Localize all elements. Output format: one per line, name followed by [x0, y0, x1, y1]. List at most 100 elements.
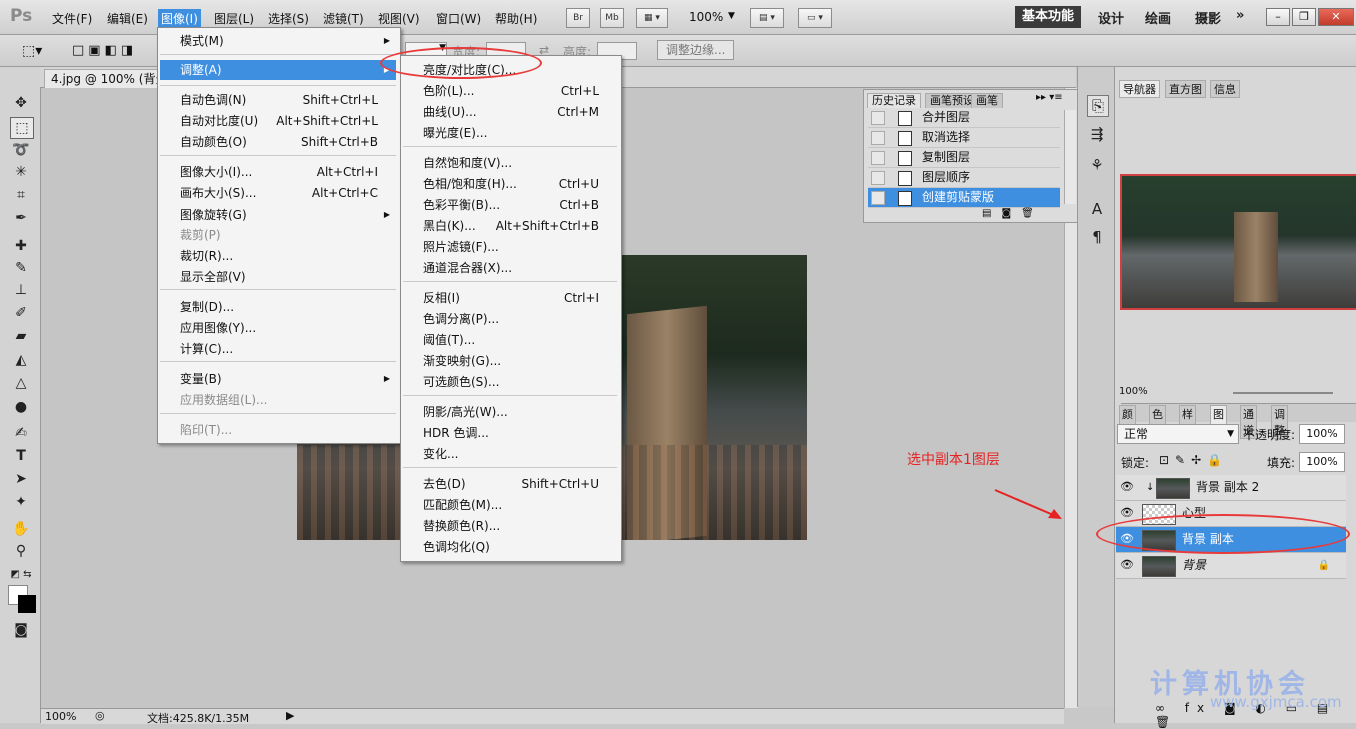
menu-file[interactable]: 文件(F): [52, 10, 92, 27]
menu-layer[interactable]: 图层(L): [214, 10, 254, 27]
shape-tool-icon[interactable]: ✦: [10, 492, 32, 512]
adjust-menu-item[interactable]: 曝光度(E)...: [403, 123, 617, 143]
menu-select[interactable]: 选择(S): [268, 10, 309, 27]
dodge-tool-icon[interactable]: ●: [10, 397, 32, 417]
crop-tool-icon[interactable]: ⌗: [10, 185, 32, 205]
adjust-menu-item[interactable]: 曲线(U)... Ctrl+M: [403, 102, 617, 122]
zoom-tool-icon[interactable]: ⚲: [10, 541, 32, 561]
adjust-menu-item[interactable]: 色彩平衡(B)... Ctrl+B: [403, 195, 617, 215]
image-menu-item[interactable]: 模式(M) ▶: [160, 31, 396, 51]
navigator-zoom-slider[interactable]: [1233, 392, 1333, 394]
image-menu-item[interactable]: 调整(A) ▶: [160, 60, 396, 80]
quick-mask-icon[interactable]: ◙: [10, 620, 32, 640]
layer-row[interactable]: 👁 ↓ 背景 副本 2: [1116, 475, 1346, 501]
selection-mode-icons[interactable]: □▣◧◨: [72, 43, 137, 58]
character-panel-icon[interactable]: A: [1087, 199, 1107, 219]
snapshot-checkbox[interactable]: [871, 111, 885, 125]
adjust-menu-item[interactable]: 色调分离(P)...: [403, 309, 617, 329]
adjust-menu-item[interactable]: 通道混合器(X)...: [403, 258, 617, 278]
menu-view[interactable]: 视图(V): [378, 10, 420, 27]
image-menu-item[interactable]: 自动对比度(U) Alt+Shift+Ctrl+L: [160, 111, 396, 131]
status-zoom[interactable]: 100%: [45, 710, 76, 723]
marquee-tool-icon[interactable]: ⬚▾: [22, 43, 42, 59]
adjust-menu-item[interactable]: HDR 色调...: [403, 423, 617, 443]
snapshot-checkbox[interactable]: [871, 131, 885, 145]
background-color[interactable]: [18, 595, 36, 613]
view-extras-button[interactable]: ▦ ▾: [636, 8, 668, 28]
panel-menu-icon[interactable]: ▸▸ ▾≡: [1036, 92, 1063, 103]
workspace-basic[interactable]: 基本功能: [1015, 6, 1081, 28]
blur-tool-icon[interactable]: △: [10, 373, 32, 393]
menu-help[interactable]: 帮助(H): [495, 10, 537, 27]
adjust-menu-item[interactable]: 阴影/高光(W)...: [403, 402, 617, 422]
adjust-menu-item[interactable]: 照片滤镜(F)...: [403, 237, 617, 257]
adjust-menu-item[interactable]: 去色(D) Shift+Ctrl+U: [403, 474, 617, 494]
tab-brush[interactable]: 画笔: [971, 93, 1003, 108]
image-menu-item[interactable]: 复制(D)...: [160, 297, 396, 317]
adjust-menu-item[interactable]: 自然饱和度(V)...: [403, 153, 617, 173]
tab-navigator[interactable]: 导航器: [1119, 80, 1160, 98]
image-menu-item[interactable]: 图像旋转(G) ▶: [160, 205, 396, 225]
history-item[interactable]: 取消选择: [868, 128, 1060, 148]
document-tab[interactable]: 4.jpg @ 100% (背景: [44, 69, 175, 88]
tab-info[interactable]: 信息: [1210, 80, 1240, 98]
clone-source-icon[interactable]: ⚘: [1087, 155, 1107, 175]
bridge-button[interactable]: Br: [566, 8, 590, 28]
layer-row[interactable]: 👁 背景 🔒: [1116, 553, 1346, 579]
image-menu-item[interactable]: 应用图像(Y)...: [160, 318, 396, 338]
tab-history[interactable]: 历史记录: [867, 93, 921, 108]
default-colors-icon[interactable]: ◩ ⇆: [10, 565, 32, 585]
adjust-menu-item[interactable]: 可选颜色(S)...: [403, 372, 617, 392]
screen-mode-button[interactable]: ▭ ▾: [798, 8, 832, 28]
eyedropper-tool-icon[interactable]: ✒: [10, 208, 32, 228]
workspace-design[interactable]: 设计: [1098, 8, 1124, 27]
history-actions-icons[interactable]: ▤◙🗑: [982, 208, 1044, 219]
adjust-menu-item[interactable]: 色阶(L)... Ctrl+L: [403, 81, 617, 101]
healing-brush-icon[interactable]: ✚: [10, 236, 32, 256]
pen-tool-icon[interactable]: ✍: [10, 423, 32, 443]
history-item[interactable]: 合并图层: [868, 108, 1060, 128]
arrange-documents-button[interactable]: ▤ ▾: [750, 8, 784, 28]
eye-icon[interactable]: 👁: [1120, 480, 1134, 494]
fill-field[interactable]: 100%: [1299, 452, 1345, 472]
adjust-menu-item[interactable]: 阈值(T)...: [403, 330, 617, 350]
history-item[interactable]: 图层顺序: [868, 168, 1060, 188]
type-tool-icon[interactable]: T: [10, 446, 32, 466]
zoom-level[interactable]: 100%: [689, 10, 723, 24]
tab-histogram[interactable]: 直方图: [1165, 80, 1206, 98]
lasso-tool-icon[interactable]: ➰: [10, 140, 32, 160]
eye-icon[interactable]: 👁: [1120, 558, 1134, 572]
blend-mode-select[interactable]: 正常 ▼: [1117, 424, 1239, 444]
opacity-field[interactable]: 100%: [1299, 424, 1345, 444]
adjust-menu-item[interactable]: 替换颜色(R)...: [403, 516, 617, 536]
image-menu-item[interactable]: 变量(B) ▶: [160, 369, 396, 389]
eraser-tool-icon[interactable]: ▰: [10, 326, 32, 346]
brush-tool-icon[interactable]: ✎: [10, 258, 32, 278]
marquee-tool-icon[interactable]: ⬚: [10, 117, 34, 139]
move-tool-icon[interactable]: ✥: [10, 93, 32, 113]
menu-filter[interactable]: 滤镜(T): [323, 10, 364, 27]
menu-edit[interactable]: 编辑(E): [107, 10, 148, 27]
clone-stamp-icon[interactable]: ⊥: [10, 280, 32, 300]
refine-edge-button[interactable]: 调整边缘...: [657, 40, 735, 60]
play-arrow-icon[interactable]: ▶: [286, 709, 294, 722]
navigator-preview[interactable]: [1120, 174, 1356, 310]
history-brush-icon[interactable]: ✐: [10, 303, 32, 323]
image-menu-item[interactable]: 计算(C)...: [160, 339, 396, 359]
adjust-menu-item[interactable]: 变化...: [403, 444, 617, 464]
brush-panel-icon[interactable]: ⇶: [1087, 124, 1107, 144]
adjust-menu-item[interactable]: 匹配颜色(M)...: [403, 495, 617, 515]
snapshot-checkbox[interactable]: [871, 171, 885, 185]
snapshot-checkbox[interactable]: [871, 151, 885, 165]
image-menu-item[interactable]: 图像大小(I)... Alt+Ctrl+I: [160, 162, 396, 182]
workspace-photo[interactable]: 摄影: [1195, 8, 1221, 27]
mini-bridge-button[interactable]: Mb: [600, 8, 624, 28]
close-button[interactable]: ✕: [1318, 8, 1354, 26]
adjust-menu-item[interactable]: 渐变映射(G)...: [403, 351, 617, 371]
history-panel-icon[interactable]: ⎘: [1087, 95, 1109, 117]
paint-bucket-icon[interactable]: ◭: [10, 350, 32, 370]
adjust-menu-item[interactable]: 色调均化(Q): [403, 537, 617, 557]
adjust-menu-item[interactable]: 黑白(K)... Alt+Shift+Ctrl+B: [403, 216, 617, 236]
image-menu-item[interactable]: 画布大小(S)... Alt+Ctrl+C: [160, 183, 396, 203]
image-menu-item[interactable]: 自动颜色(O) Shift+Ctrl+B: [160, 132, 396, 152]
